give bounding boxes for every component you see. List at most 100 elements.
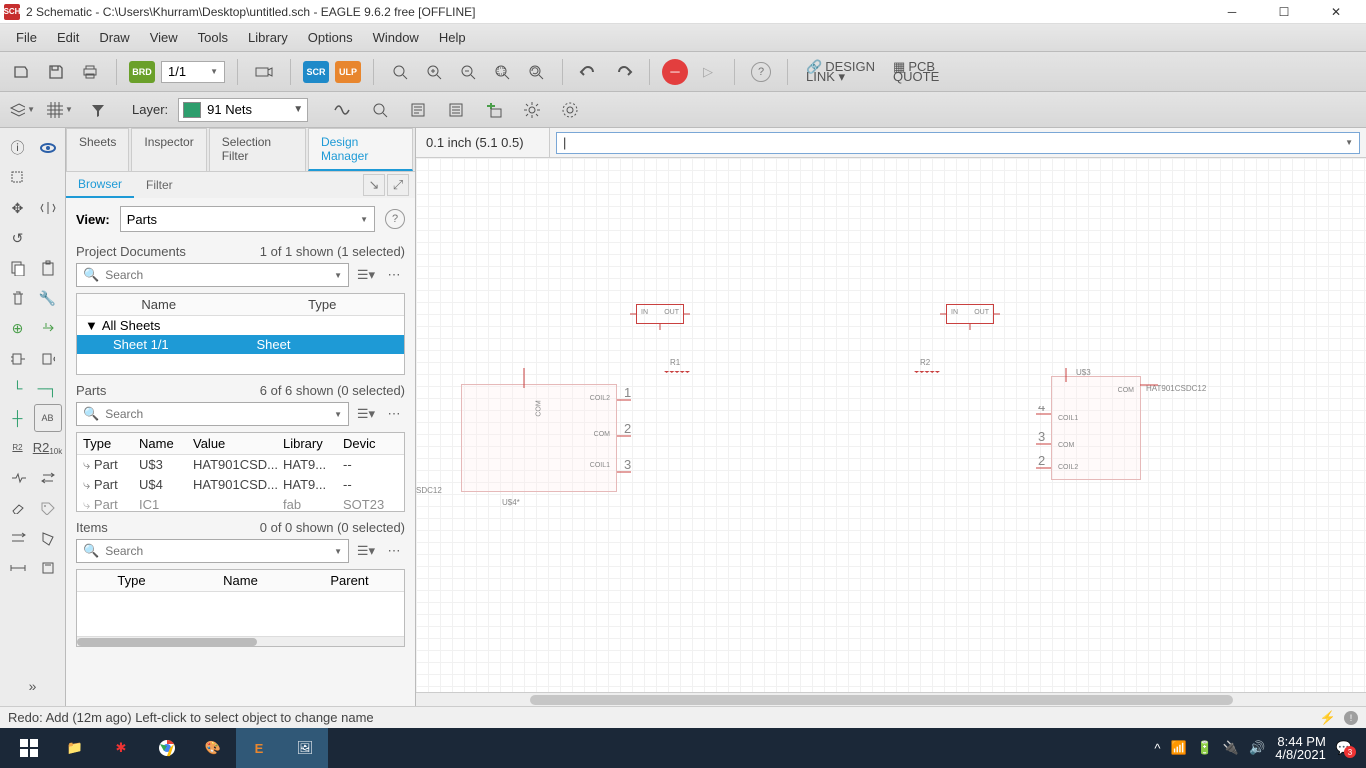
go-button[interactable]: ▷ <box>694 58 722 86</box>
r2-tool-icon[interactable]: R2 <box>4 434 32 462</box>
save-icon[interactable] <box>42 58 70 86</box>
grid-icon[interactable]: ▼ <box>46 96 74 124</box>
projdocs-search-input[interactable] <box>105 268 328 282</box>
menu-help[interactable]: Help <box>429 26 476 49</box>
sheet-combo[interactable]: 1/1▼ <box>161 61 225 83</box>
tab-sheets[interactable]: Sheets <box>66 128 129 171</box>
stop-button[interactable]: ─ <box>662 59 688 85</box>
items-search[interactable]: 🔍▼ <box>76 539 349 563</box>
items-hscroll[interactable] <box>77 636 404 646</box>
select-tool-icon[interactable] <box>4 164 32 192</box>
resistor-r2[interactable] <box>914 368 940 376</box>
pcb-quote-button[interactable]: ▦PCB QUOTE <box>887 62 945 82</box>
paste-tool-icon[interactable] <box>34 254 62 282</box>
relay-us3[interactable]: COM COIL1 COM COIL2 <box>1051 376 1141 480</box>
tray-chevron-icon[interactable]: ^ <box>1154 741 1160 756</box>
open-icon[interactable] <box>8 58 36 86</box>
view-help-icon[interactable]: ? <box>385 209 405 229</box>
addpart-icon[interactable] <box>480 96 508 124</box>
more-icon[interactable]: ⋯ <box>383 403 405 425</box>
taskbar-chrome-icon[interactable] <box>144 728 190 768</box>
redo-icon[interactable] <box>609 58 637 86</box>
list-options-icon[interactable]: ☰▾ <box>355 264 377 286</box>
tab-inspector[interactable]: Inspector <box>131 128 206 171</box>
line-tool-icon[interactable]: └ <box>4 374 32 402</box>
items-search-input[interactable] <box>105 544 328 558</box>
subtab-filter[interactable]: Filter <box>134 173 185 197</box>
move-tool-icon[interactable]: ✥ <box>4 194 32 222</box>
start-button[interactable] <box>6 728 52 768</box>
layers-icon[interactable]: ▼ <box>8 96 36 124</box>
bus-tool-icon[interactable] <box>4 524 32 552</box>
projdocs-search[interactable]: 🔍▼ <box>76 263 349 287</box>
menu-edit[interactable]: Edit <box>47 26 89 49</box>
more-icon[interactable]: ⋯ <box>383 264 405 286</box>
gate-tool-icon[interactable] <box>4 344 32 372</box>
tray-wifi-icon[interactable]: 📶 <box>1170 740 1186 756</box>
action-center-icon[interactable]: 💬3 <box>1336 740 1352 756</box>
menu-options[interactable]: Options <box>298 26 363 49</box>
text-tool-icon[interactable] <box>34 554 62 582</box>
cam-icon[interactable] <box>250 58 278 86</box>
tree-row-sheet1[interactable]: Sheet 1/1Sheet <box>77 335 404 354</box>
wrench-tool-icon[interactable]: 🔧 <box>34 284 62 312</box>
label-tool-icon[interactable]: AB <box>34 404 62 432</box>
tray-battery-icon[interactable]: 🔋 <box>1197 740 1213 756</box>
undo-icon[interactable] <box>575 58 603 86</box>
info-tool-icon[interactable]: ⓘ <box>4 134 32 162</box>
board-badge[interactable]: BRD <box>129 61 155 83</box>
parts-row[interactable]: ⤷ PartIC1fabSOT23 <box>77 495 404 512</box>
zoom-select-icon[interactable] <box>488 58 516 86</box>
delete-tool-icon[interactable] <box>4 284 32 312</box>
menu-tools[interactable]: Tools <box>188 26 238 49</box>
copy-tool-icon[interactable] <box>4 254 32 282</box>
taskbar-eagle-icon[interactable]: E <box>236 728 282 768</box>
junction-tool-icon[interactable]: ┼ <box>4 404 32 432</box>
parts-row[interactable]: ⤷ PartU$4HAT901CSD...HAT9...-- <box>77 475 404 495</box>
more-icon[interactable]: ⋯ <box>383 540 405 562</box>
minimize-button[interactable]: ─ <box>1214 2 1250 22</box>
taskbar-explorer-icon[interactable]: 📁 <box>52 728 98 768</box>
polygon-tool-icon[interactable] <box>34 524 62 552</box>
erase-tool-icon[interactable] <box>4 494 32 522</box>
schematic-canvas[interactable]: IN OUT IN OUT R1 R2 COIL2 <box>416 158 1366 692</box>
dimension-tool-icon[interactable] <box>4 554 32 582</box>
tab-design-manager[interactable]: Design Manager <box>308 128 413 171</box>
list-options-icon[interactable]: ☰▾ <box>355 403 377 425</box>
net-icon[interactable] <box>328 96 356 124</box>
wire-tool-icon[interactable]: ─┐ <box>34 374 62 402</box>
tray-power-icon[interactable]: 🔌 <box>1223 740 1239 756</box>
gear2-icon[interactable] <box>556 96 584 124</box>
canvas-hscroll[interactable] <box>416 692 1366 706</box>
parts-row[interactable]: ⤷ PartU$3HAT901CSD...HAT9...-- <box>77 455 404 475</box>
add-tool-icon[interactable]: ⊕ <box>4 314 32 342</box>
zoom-out-icon[interactable] <box>454 58 482 86</box>
menu-window[interactable]: Window <box>363 26 429 49</box>
filter-icon[interactable] <box>84 96 112 124</box>
tag-tool-icon[interactable] <box>34 494 62 522</box>
status-warning-icon[interactable]: ! <box>1344 711 1358 725</box>
menu-draw[interactable]: Draw <box>89 26 139 49</box>
help-icon[interactable]: ? <box>747 58 775 86</box>
script1-icon[interactable] <box>404 96 432 124</box>
layer-combo[interactable]: 91 Nets ▼ <box>178 98 308 122</box>
script2-icon[interactable] <box>442 96 470 124</box>
resistor-r1[interactable] <box>664 368 690 376</box>
relay-us4[interactable]: COIL2 COM COIL1 COM <box>461 384 617 492</box>
invoke-tool-icon[interactable] <box>34 344 62 372</box>
view-combo[interactable]: Parts▼ <box>120 206 375 232</box>
tab-selection-filter[interactable]: Selection Filter <box>209 128 306 171</box>
design-link-button[interactable]: 🔗DESIGN LINK ▾ <box>800 62 881 82</box>
rotate-tool-icon[interactable]: ↺ <box>4 224 32 252</box>
sync-icon[interactable]: ⤢ <box>387 174 409 196</box>
ercsearch-icon[interactable] <box>366 96 394 124</box>
list-options-icon[interactable]: ☰▾ <box>355 540 377 562</box>
print-icon[interactable] <box>76 58 104 86</box>
taskbar-app1-icon[interactable]: ✱ <box>98 728 144 768</box>
gear-icon[interactable] <box>518 96 546 124</box>
parts-search[interactable]: 🔍▼ <box>76 402 349 426</box>
pinswap-tool-icon[interactable] <box>34 464 62 492</box>
taskbar-clock[interactable]: 8:44 PM 4/8/2021 <box>1275 735 1326 761</box>
menu-view[interactable]: View <box>140 26 188 49</box>
close-button[interactable]: ✕ <box>1318 2 1354 22</box>
